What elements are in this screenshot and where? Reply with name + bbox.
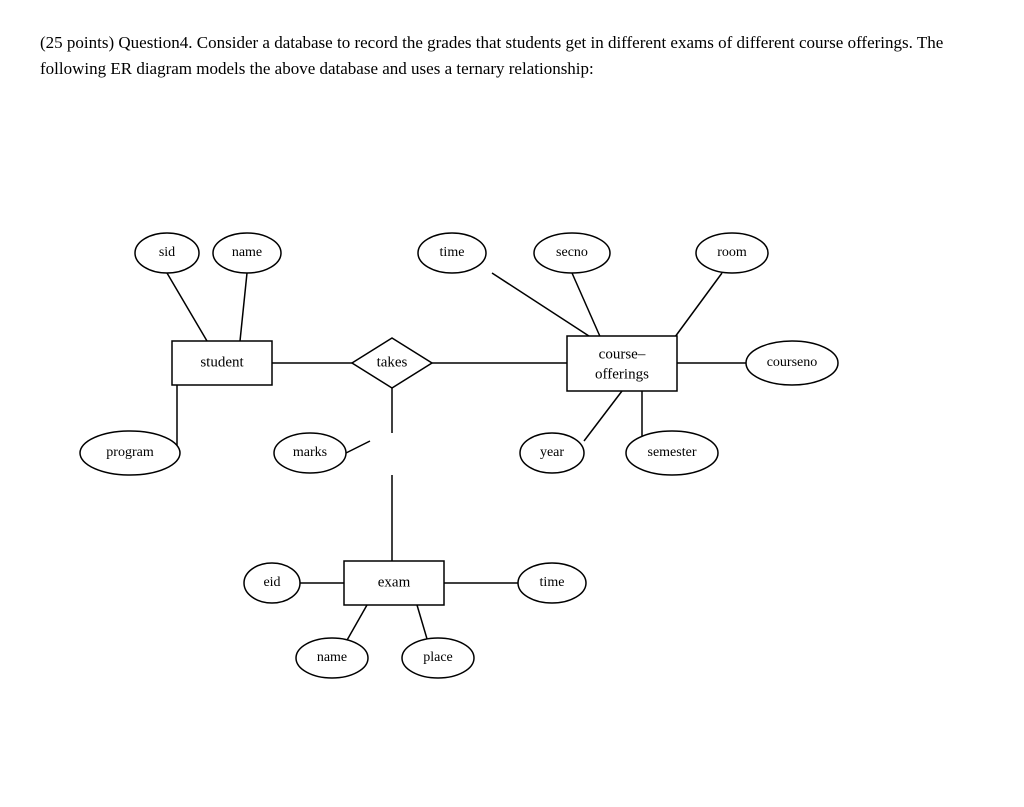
attr-semester-label: semester bbox=[648, 445, 697, 460]
entity-course-offerings bbox=[567, 336, 677, 391]
entity-student-label: student bbox=[200, 354, 244, 370]
entity-course-offerings-label2: offerings bbox=[595, 366, 649, 382]
er-diagram: student course– offerings exam takes sid… bbox=[62, 123, 962, 663]
attr-sid-label: sid bbox=[159, 245, 175, 260]
attr-time-co-label: time bbox=[440, 245, 465, 260]
attr-marks-label: marks bbox=[293, 445, 327, 460]
attr-secno-label: secno bbox=[556, 245, 588, 260]
attr-time-exam-label: time bbox=[540, 575, 565, 590]
question-text: (25 points) Question4. Consider a databa… bbox=[40, 30, 984, 83]
attr-name-exam-label: name bbox=[317, 650, 347, 665]
entity-course-offerings-label1: course– bbox=[599, 346, 646, 362]
entity-exam-label: exam bbox=[378, 574, 411, 590]
attr-program-label: program bbox=[106, 445, 154, 460]
attr-name-student-label: name bbox=[232, 245, 262, 260]
attr-year-label: year bbox=[540, 445, 564, 460]
relationship-takes-label: takes bbox=[377, 354, 408, 370]
attr-room-label: room bbox=[717, 245, 747, 260]
attr-eid-label: eid bbox=[263, 575, 280, 590]
attr-courseno-label: courseno bbox=[767, 355, 818, 370]
attr-place-label: place bbox=[423, 650, 453, 665]
